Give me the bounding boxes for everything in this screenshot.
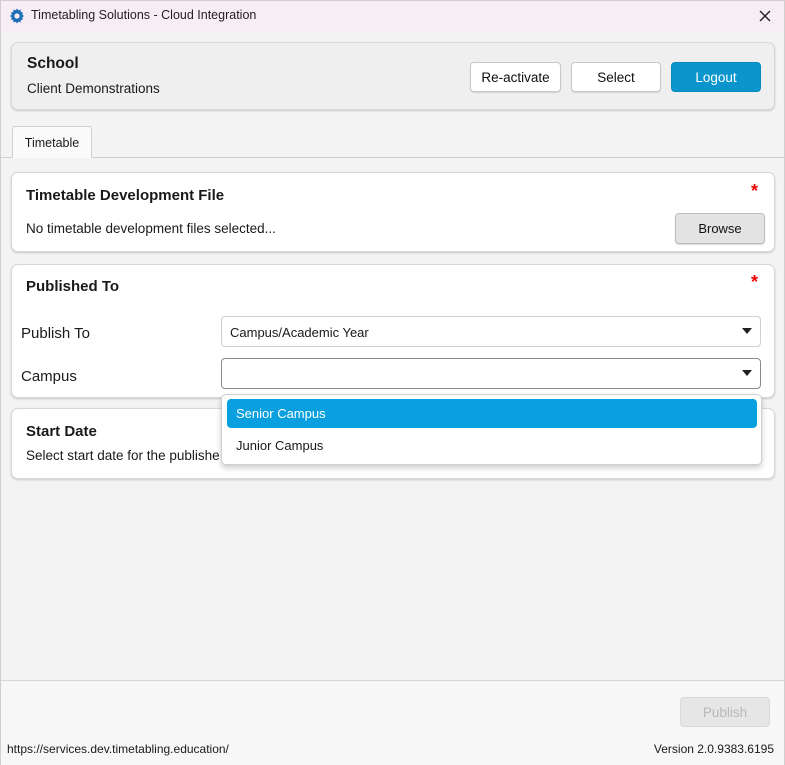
- school-name: Client Demonstrations: [27, 81, 160, 96]
- campus-option-junior[interactable]: Junior Campus: [227, 431, 757, 460]
- publish-to-label: Publish To: [21, 325, 90, 342]
- dev-file-status: No timetable development files selected.…: [26, 221, 276, 236]
- select-button[interactable]: Select: [571, 62, 661, 92]
- campus-select[interactable]: [221, 358, 761, 389]
- service-url: https://services.dev.timetabling.educati…: [7, 742, 229, 756]
- window-title: Timetabling Solutions - Cloud Integratio…: [31, 8, 257, 22]
- tab-divider: [1, 157, 784, 158]
- start-date-description: Select start date for the publishe: [26, 448, 220, 463]
- campus-option-senior[interactable]: Senior Campus: [227, 399, 757, 428]
- logout-button[interactable]: Logout: [671, 62, 761, 92]
- campus-dropdown-list: Senior Campus Junior Campus: [221, 394, 762, 465]
- publish-button[interactable]: Publish: [680, 697, 770, 727]
- required-marker: *: [751, 272, 759, 292]
- published-to-title: Published To: [26, 278, 120, 295]
- published-to-panel: Published To * Publish To Campus/Academi…: [11, 264, 775, 398]
- app-window: Timetabling Solutions - Cloud Integratio…: [0, 0, 785, 765]
- campus-label: Campus: [21, 368, 77, 385]
- reactivate-button[interactable]: Re-activate: [470, 62, 561, 92]
- dev-file-panel: Timetable Development File * No timetabl…: [11, 172, 775, 252]
- start-date-title: Start Date: [26, 423, 97, 440]
- tab-timetable[interactable]: Timetable: [12, 126, 92, 158]
- dev-file-title: Timetable Development File: [26, 187, 225, 204]
- footer: Publish https://services.dev.timetabling…: [1, 681, 784, 765]
- title-bar: Timetabling Solutions - Cloud Integratio…: [1, 1, 784, 31]
- browse-button[interactable]: Browse: [675, 213, 765, 244]
- school-heading: School: [27, 55, 79, 72]
- required-marker: *: [751, 181, 759, 201]
- chevron-down-icon: [742, 370, 752, 376]
- version-label: Version 2.0.9383.6195: [653, 742, 774, 756]
- close-icon[interactable]: [752, 4, 778, 28]
- publish-to-value: Campus/Academic Year: [230, 325, 369, 340]
- chevron-down-icon: [742, 328, 752, 334]
- publish-to-select[interactable]: Campus/Academic Year: [221, 316, 761, 347]
- school-panel: School Client Demonstrations Re-activate…: [11, 42, 775, 110]
- gear-icon: [9, 8, 25, 24]
